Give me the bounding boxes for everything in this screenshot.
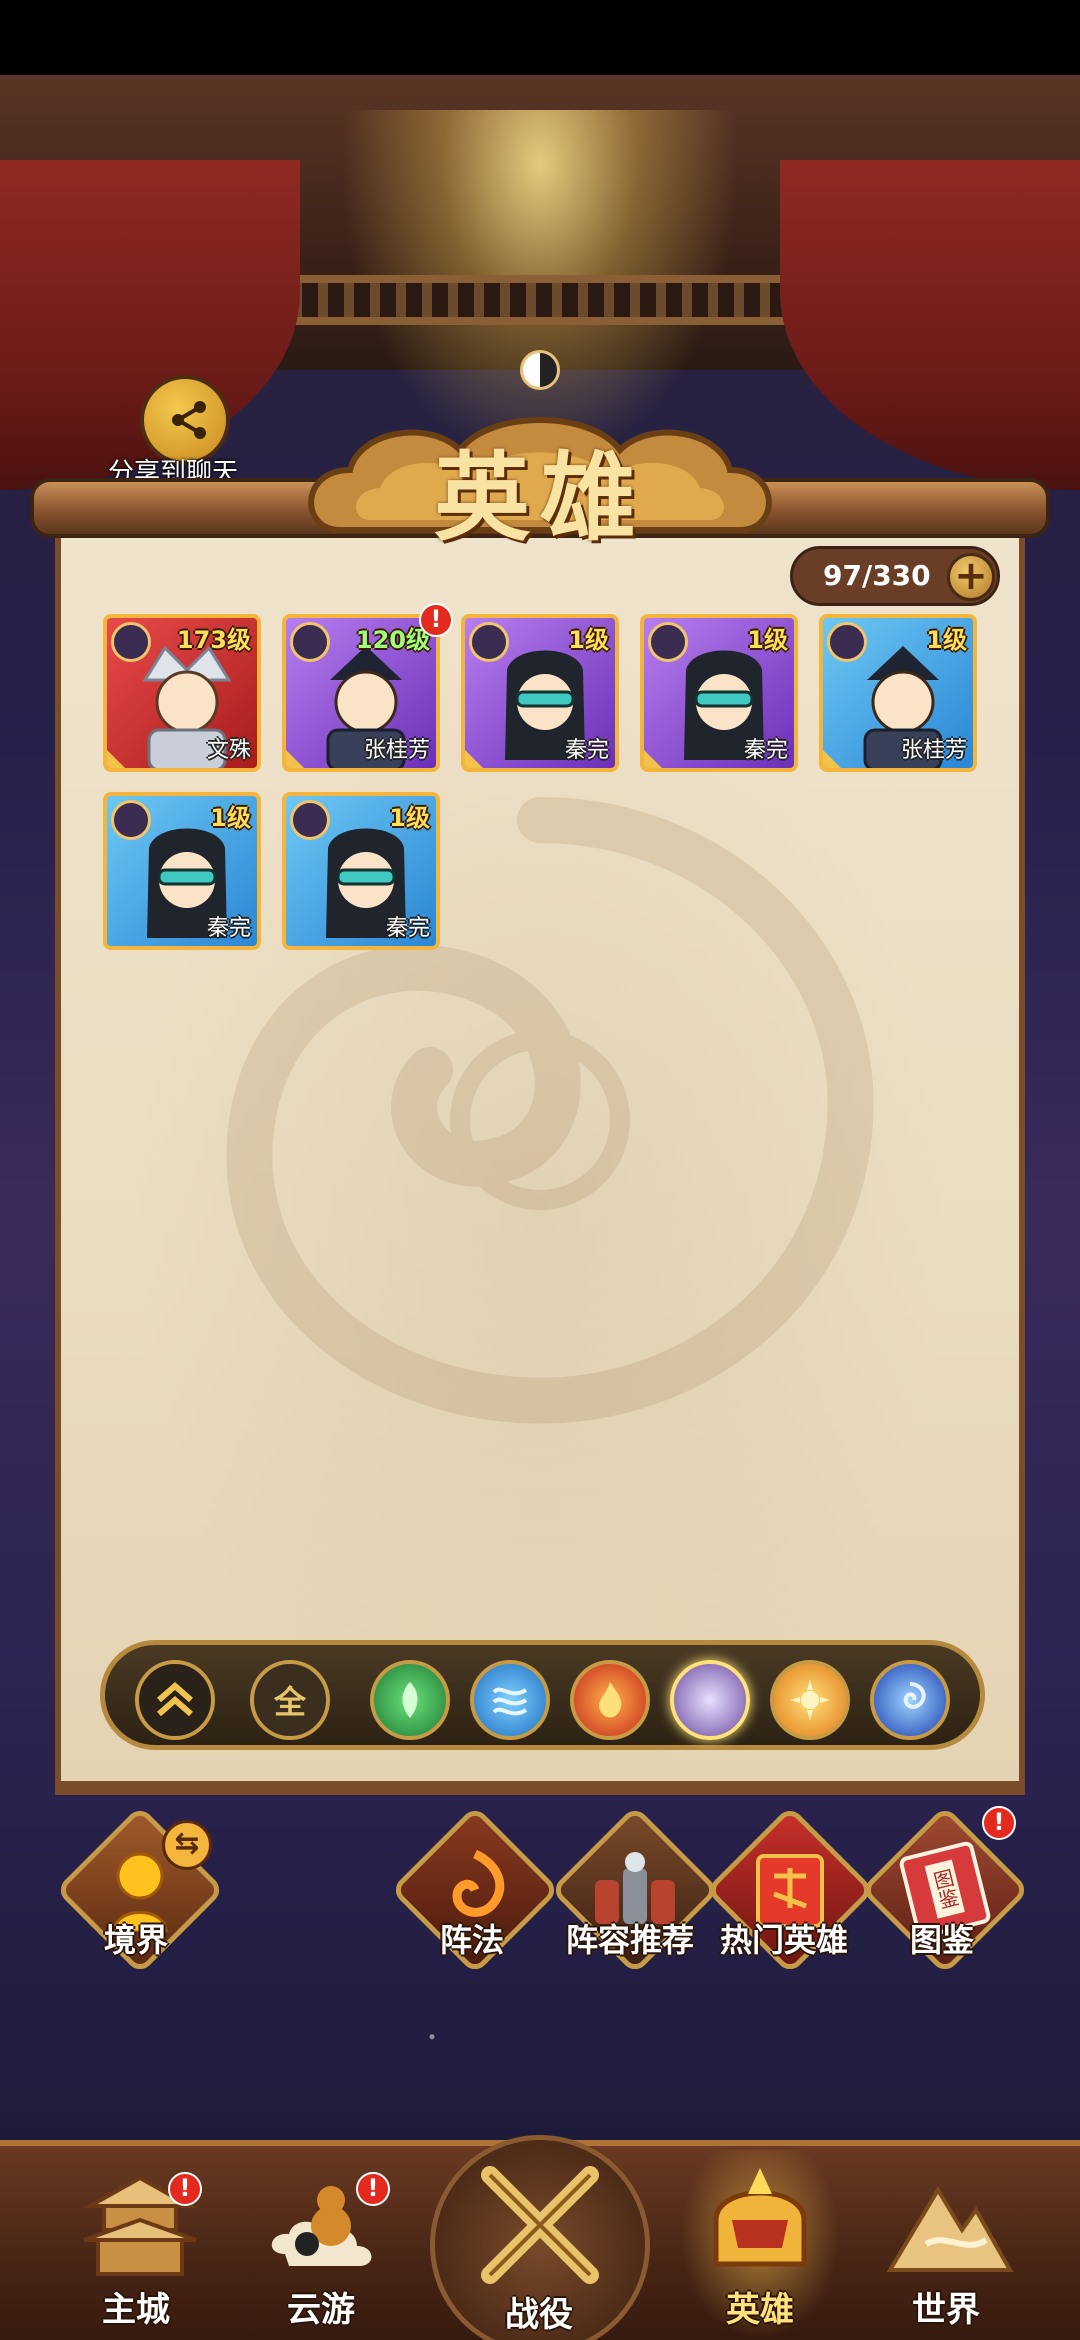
hero-card[interactable]: 1级 秦完	[461, 614, 619, 772]
card-corner-mark	[823, 750, 841, 768]
card-corner-mark	[286, 750, 304, 768]
fire-element-icon	[599, 1682, 622, 1718]
stage-railing	[240, 275, 840, 325]
filter-wind-button[interactable]	[870, 1660, 950, 1740]
hero-name: 秦完	[564, 738, 609, 763]
lineup-label: 阵容推荐	[566, 1921, 695, 1959]
filter-moon-button[interactable]	[670, 1660, 750, 1740]
nav-city-alert: !	[168, 2172, 202, 2206]
element-filter-bar: 全	[100, 1640, 985, 1750]
hero-level: 1级	[926, 626, 967, 654]
filter-fire-button[interactable]	[570, 1660, 650, 1740]
moon-element-icon	[111, 800, 151, 840]
moon-element-icon	[290, 800, 330, 840]
hero-card[interactable]: 1级 秦完	[640, 614, 798, 772]
nav-hero-label: 英雄	[726, 2290, 794, 2330]
codex-label: 图鉴	[910, 1921, 975, 1959]
hero-count-text: 97/330	[823, 559, 931, 592]
hero-name: 文殊	[206, 738, 251, 763]
hero-helmet-icon	[713, 2168, 807, 2267]
hero-level: 1级	[568, 626, 609, 654]
nav-battle[interactable]: 战役	[430, 2135, 650, 2340]
codex-alert-badge: !	[982, 1806, 1016, 1840]
moon-element-icon	[827, 622, 867, 662]
wood-element-icon	[402, 1682, 418, 1718]
hero-name: 秦完	[743, 738, 788, 763]
filter-all-button[interactable]: 全	[250, 1660, 330, 1740]
hero-card[interactable]: 1级 秦完	[282, 792, 440, 950]
nav-travel-label: 云游	[287, 2290, 355, 2330]
wind-element-icon	[903, 1682, 926, 1709]
hero-card[interactable]: 1级 秦完	[103, 792, 261, 950]
moon-element-icon	[469, 622, 509, 662]
moon-element-icon	[700, 1684, 716, 1716]
expand-hero-slots-button[interactable]: +	[947, 553, 995, 601]
card-corner-mark	[644, 750, 662, 768]
water-element-icon	[492, 1687, 528, 1716]
card-corner-mark	[465, 750, 483, 768]
sun-element-icon	[790, 1680, 830, 1720]
page-title: 英雄	[434, 441, 646, 554]
realm-label: 境界	[104, 1921, 169, 1959]
moon-element-icon	[648, 622, 688, 662]
formation-label: 阵法	[440, 1921, 505, 1959]
hero-level: 1级	[210, 804, 251, 832]
moon-element-icon	[290, 622, 330, 662]
moon-element-icon	[111, 622, 151, 662]
filter-water-button[interactable]	[470, 1660, 550, 1740]
codex-book-title: 图鉴	[924, 1859, 965, 1919]
hero-name: 张桂芳	[900, 738, 967, 763]
hero-card[interactable]: 1级 张桂芳	[819, 614, 977, 772]
double-chevron-up-icon	[157, 1682, 193, 1717]
nav-city-label: 主城	[102, 2290, 170, 2330]
nav-world-label: 世界	[912, 2290, 980, 2330]
hero-count-display: 97/330 +	[790, 546, 1000, 606]
share-icon	[172, 401, 206, 439]
hero-level: 1级	[389, 804, 430, 832]
mountain-icon	[886, 2186, 1014, 2272]
hero-card[interactable]: 120级 张桂芳	[282, 614, 440, 772]
yinyang-icon	[520, 350, 560, 390]
hero-name: 秦完	[385, 916, 430, 941]
hero-name: 张桂芳	[363, 738, 430, 763]
hero-name: 秦完	[206, 916, 251, 941]
filter-sun-button[interactable]	[770, 1660, 850, 1740]
crossed-swords-icon	[481, 2166, 599, 2284]
dragon-watermark	[226, 797, 874, 1424]
status-bar	[0, 0, 1080, 75]
hero-level: 173级	[176, 626, 251, 654]
card-corner-mark	[107, 750, 125, 768]
filter-wood-button[interactable]	[370, 1660, 450, 1740]
nav-hero[interactable]: 英雄	[680, 2150, 840, 2340]
collapse-filter-button[interactable]	[135, 1660, 215, 1740]
nav-battle-label: 战役	[505, 2295, 573, 2335]
hero-level: 1级	[747, 626, 788, 654]
alert-badge: !	[419, 603, 453, 637]
hero-card[interactable]: 173级 文殊	[103, 614, 261, 772]
hot-heroes-label: 热门英雄	[720, 1921, 849, 1959]
nav-world[interactable]: 世界	[870, 2160, 1030, 2330]
swap-icon: ⇆	[162, 1820, 212, 1870]
nav-travel-alert: !	[356, 2172, 390, 2206]
